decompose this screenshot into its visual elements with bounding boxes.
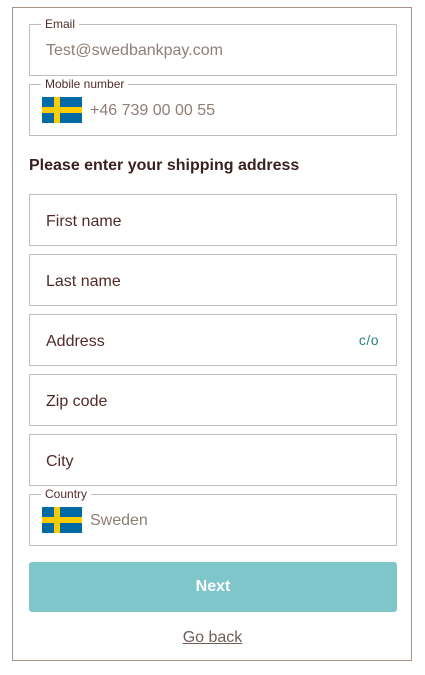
go-back-link[interactable]: Go back xyxy=(183,629,243,646)
email-label: Email xyxy=(41,17,80,31)
country-value: Sweden xyxy=(90,512,148,529)
email-value: Test@swedbankpay.com xyxy=(46,42,223,59)
shipping-address-heading: Please enter your shipping address xyxy=(29,157,300,174)
mobile-number-field[interactable]: Mobile number +46 739 00 00 55 xyxy=(29,77,397,136)
sweden-flag-icon xyxy=(42,97,82,123)
last-name-placeholder: Last name xyxy=(46,273,121,290)
address-placeholder: Address xyxy=(46,333,105,350)
first-name-placeholder: First name xyxy=(46,213,122,230)
address-input[interactable]: Address c/o xyxy=(29,314,397,366)
first-name-input[interactable]: First name xyxy=(29,194,397,246)
last-name-input[interactable]: Last name xyxy=(29,254,397,306)
next-button[interactable]: Next xyxy=(29,562,397,612)
mobile-number-value: +46 739 00 00 55 xyxy=(90,102,216,119)
go-back-container: Go back xyxy=(0,628,425,648)
care-of-link[interactable]: c/o xyxy=(359,331,379,349)
mobile-number-label: Mobile number xyxy=(41,77,129,91)
zip-code-placeholder: Zip code xyxy=(46,393,108,410)
country-select[interactable]: Country Sweden xyxy=(29,487,397,546)
city-placeholder: City xyxy=(46,453,74,470)
email-field[interactable]: Email Test@swedbankpay.com xyxy=(29,17,397,76)
country-label: Country xyxy=(41,487,92,501)
sweden-flag-icon xyxy=(42,507,82,533)
zip-code-input[interactable]: Zip code xyxy=(29,374,397,426)
city-input[interactable]: City xyxy=(29,434,397,486)
